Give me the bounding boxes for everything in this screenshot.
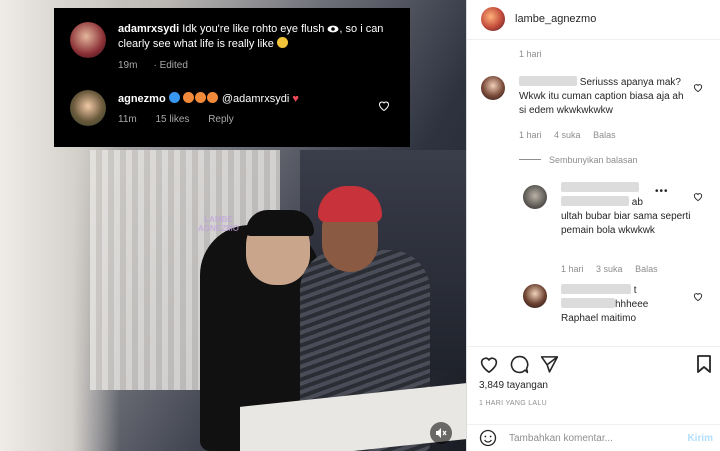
- overlay-comment-text: Idk you're like rohto eye flush: [182, 23, 325, 35]
- person-left-cap: [246, 210, 314, 236]
- heart-eyes-emoji-icon: [206, 92, 218, 103]
- post-date: 1 HARI YANG LALU: [479, 400, 547, 407]
- like-heart-icon[interactable]: [693, 192, 703, 201]
- like-heart-icon[interactable]: [693, 83, 703, 92]
- post-actions: 3,849 tayangan 1 HARI YANG LALU: [467, 346, 720, 426]
- comment-time: 1 hari: [519, 130, 542, 140]
- comment-input[interactable]: Tambahkan komentar...: [509, 433, 613, 444]
- emoji-smile-icon[interactable]: [479, 429, 497, 447]
- overlay-time: 19m: [118, 60, 138, 71]
- overlay-reply: Reply: [208, 114, 234, 125]
- overlay-mention: @adamrxsydi: [221, 93, 290, 105]
- divider: [519, 159, 541, 160]
- comment-text: Seriusss apanya mak? Wkwk itu cuman capt…: [519, 76, 689, 118]
- hide-replies-button[interactable]: Sembunyikan balasan: [519, 155, 638, 165]
- confused-face-emoji-icon: [276, 37, 288, 48]
- comment-likes[interactable]: 4 suka: [554, 130, 581, 140]
- overlay-edited: Edited: [159, 60, 188, 71]
- post-username[interactable]: lambe_agnezmo: [515, 13, 596, 25]
- mute-button[interactable]: [430, 422, 452, 444]
- avatar[interactable]: [523, 284, 547, 308]
- reply-body: ultah bubar biar sama seperti pemain bol…: [561, 211, 691, 236]
- more-options-icon[interactable]: •••: [655, 186, 669, 197]
- comment-screenshot-overlay: adamrxsydi Idk you're like rohto eye flu…: [54, 8, 410, 147]
- avatar: [70, 90, 106, 126]
- bookmark-icon[interactable]: [697, 355, 711, 373]
- red-heart-emoji-icon: ♥: [292, 93, 299, 105]
- blurred-username: [519, 76, 577, 86]
- reply-meta: 1 hari 3 suka Balas: [561, 264, 668, 274]
- reply-text: ab ultah bubar biar sama seperti pemain …: [561, 182, 691, 238]
- overlay-username: agnezmo: [118, 93, 166, 105]
- blurred-username: [561, 284, 631, 294]
- reply-button[interactable]: Balas: [635, 264, 658, 274]
- post-time: 1 hari: [519, 49, 542, 59]
- blurred-username: [561, 182, 639, 192]
- view-count[interactable]: 3,849 tayangan: [479, 380, 548, 391]
- reply-body-2: Raphael maitimo: [561, 313, 637, 324]
- overlay-likes: 15 likes: [155, 114, 190, 125]
- eye-emoji-icon: [327, 25, 339, 33]
- reply-body: hhheee: [615, 299, 649, 310]
- speaker-muted-icon: [436, 428, 447, 438]
- hide-replies-label: Sembunyikan balasan: [549, 155, 638, 165]
- heart-eyes-emoji-icon: [194, 92, 206, 103]
- heart-outline-icon: [378, 101, 390, 111]
- post-side-panel: lambe_agnezmo 1 hari Seriusss apanya mak…: [466, 0, 720, 451]
- like-heart-icon[interactable]: [693, 292, 703, 301]
- overlay-username: adamrxsydi: [118, 23, 180, 35]
- comment-meta: 1 hari 4 suka Balas: [519, 130, 626, 140]
- reply-time: 1 hari: [561, 264, 584, 274]
- reply-body-fragment: t: [633, 285, 637, 296]
- add-comment-bar: Tambahkan komentar... Kirim: [467, 424, 720, 451]
- avatar[interactable]: [481, 76, 505, 100]
- heart-eyes-emoji-icon: [182, 92, 194, 103]
- comment-bubble-icon[interactable]: [510, 355, 529, 374]
- post-comment-button[interactable]: Kirim: [687, 433, 713, 444]
- comments-list[interactable]: 1 hari Seriusss apanya mak? Wkwk itu cum…: [467, 40, 720, 346]
- avatar[interactable]: [523, 185, 547, 209]
- watermark: LAMBE AGNEZMO: [198, 215, 239, 233]
- avatar[interactable]: [481, 7, 505, 31]
- avatar: [70, 22, 106, 58]
- overlay-time: 11m: [118, 114, 137, 125]
- post-video[interactable]: LAMBE AGNEZMO adamrxsydi Idk you're like …: [0, 0, 466, 451]
- reply-likes[interactable]: 3 suka: [596, 264, 623, 274]
- reply-body-fragment: ab: [631, 197, 643, 208]
- reply-text: t hhheee Raphael maitimo: [561, 284, 691, 326]
- verified-badge-icon: [168, 92, 180, 103]
- reply-button[interactable]: Balas: [593, 130, 616, 140]
- share-paper-plane-icon[interactable]: [540, 355, 559, 373]
- blurred-mention: [561, 298, 615, 308]
- like-heart-icon[interactable]: [479, 355, 499, 373]
- post-header: lambe_agnezmo: [467, 0, 720, 40]
- blurred-text: [561, 196, 629, 206]
